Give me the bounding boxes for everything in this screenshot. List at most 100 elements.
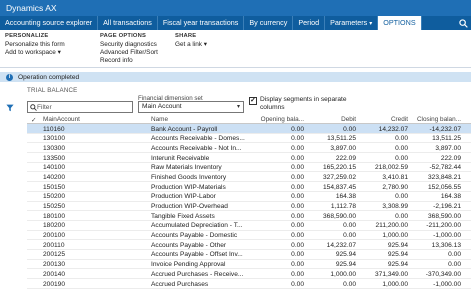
chevron-down-icon: ▾ <box>57 49 61 56</box>
cell-credit: 2,780.90 <box>382 183 408 191</box>
funnel-icon[interactable] <box>6 104 14 112</box>
tab-fiscal-year-transactions[interactable]: Fiscal year transactions <box>158 16 245 30</box>
table-row[interactable]: 180200 Accumulated Depreciation - T... 0.0… <box>27 221 471 231</box>
cell-main-account: 180100 <box>43 212 66 220</box>
dimension-set-select[interactable]: Main Account ▾ <box>138 101 244 113</box>
table-row[interactable]: 130300 Accounts Receivable - Not In... 0.0… <box>27 143 471 154</box>
cell-credit: 14,232.07 <box>378 125 408 133</box>
cell-name: Accounts Payable - Domestic <box>151 232 238 240</box>
table-row[interactable]: 200100 Accounts Payable - Domestic 0.00 0.0… <box>27 231 471 241</box>
cell-opening-balance: 0.00 <box>291 270 304 278</box>
cell-main-account: 150200 <box>43 193 66 201</box>
tab-options[interactable]: OPTIONS <box>378 16 422 30</box>
table-row[interactable]: 130100 Accounts Receivable - Domes... 0.00… <box>27 134 471 144</box>
table-row[interactable]: 140200 Finished Goods Inventory 0.00 327,25… <box>27 172 471 183</box>
cell-opening-balance: 0.00 <box>291 212 304 220</box>
cell-opening-balance: 0.00 <box>291 164 304 172</box>
select-all-checkmark-icon[interactable]: ✓ <box>31 116 36 124</box>
ribbon-group-title: SHARE <box>175 33 197 39</box>
app-title: Dynamics AX <box>6 3 57 13</box>
trial-balance-grid: ✓ MainAccount Name Opening bala... Debit… <box>27 114 471 289</box>
filter-field[interactable] <box>27 101 133 113</box>
cell-main-account: 200130 <box>43 261 66 269</box>
column-header-name[interactable]: Name <box>151 116 168 123</box>
table-row[interactable]: 150250 Production WIP-Overhead 0.00 1,112.7… <box>27 202 471 212</box>
grid-header: ✓ MainAccount Name Opening bala... Debit… <box>27 114 471 124</box>
cell-opening-balance: 0.00 <box>291 125 304 133</box>
cell-opening-balance: 0.00 <box>291 241 304 249</box>
cell-debit: 165,220.15 <box>322 164 356 172</box>
cell-name: Accounts Payable - Offset Inv... <box>151 251 243 259</box>
tab-parameters[interactable]: Parameters ▾ <box>325 16 379 30</box>
cell-name: Tangible Fixed Assets <box>151 212 215 220</box>
cell-debit: 222.09 <box>335 154 356 162</box>
column-header-credit[interactable]: Credit <box>363 116 408 123</box>
cell-name: Accounts Receivable - Domes... <box>151 135 245 143</box>
table-row[interactable]: 200190 Accrued Purchases 0.00 0.00 1,000.00 -… <box>27 279 471 289</box>
table-row[interactable]: 133500 Interunit Receivable 0.00 222.09 0.00… <box>27 153 471 163</box>
cell-closing-balance: 222.09 <box>440 154 461 162</box>
cell-main-account: 180200 <box>43 222 66 230</box>
cell-debit: 925.94 <box>335 261 356 269</box>
table-row[interactable]: 180100 Tangible Fixed Assets 0.00 368,590.0… <box>27 211 471 221</box>
table-row[interactable]: 140100 Raw Materials Inventory 0.00 165,220… <box>27 163 471 173</box>
cell-closing-balance: 13,511.25 <box>432 135 461 143</box>
tab-period[interactable]: Period <box>293 16 326 30</box>
tab-all-transactions[interactable]: All transactions <box>98 16 158 30</box>
column-header-opening-balance[interactable]: Opening bala... <box>259 116 304 123</box>
cell-name: Production WIP-Labor <box>151 193 216 201</box>
cell-name: Production WIP-Overhead <box>151 203 228 210</box>
table-row[interactable]: 150200 Production WIP-Labor 0.00 164.38 0.00… <box>27 192 471 202</box>
cell-debit: 1,112.78 <box>330 203 356 210</box>
column-header-closing-balance[interactable]: Closing balan... <box>413 116 461 123</box>
display-segments-label: Display segments in separate columns <box>260 96 347 111</box>
search-button[interactable] <box>455 16 471 30</box>
cell-debit: 3,897.00 <box>330 144 356 152</box>
column-header-debit[interactable]: Debit <box>311 116 356 123</box>
column-header-main-account[interactable]: MainAccount <box>43 116 80 123</box>
advanced-filter-sort-button[interactable]: Advanced Filter/Sort <box>100 49 158 57</box>
cell-debit: 14,232.07 <box>326 241 356 249</box>
cell-debit: 154,837.45 <box>322 183 356 191</box>
filter-input[interactable] <box>37 103 129 111</box>
table-row[interactable]: 110160 Bank Account - Payroll 0.00 0.00 14,2… <box>27 124 471 134</box>
cell-credit: 0.00 <box>395 135 408 143</box>
cell-closing-balance: 3,897.00 <box>435 144 461 152</box>
cell-name: Accounts Payable - Other <box>151 241 227 249</box>
cell-main-account: 200125 <box>43 251 66 259</box>
tab-accounting-source-explorer[interactable]: Accounting source explorer <box>0 16 99 30</box>
tab-by-currency[interactable]: By currency <box>244 16 294 30</box>
cell-opening-balance: 0.00 <box>291 280 304 288</box>
record-info-button[interactable]: Record info <box>100 57 158 65</box>
cell-main-account: 150250 <box>43 203 66 210</box>
cell-opening-balance: 0.00 <box>291 261 304 269</box>
cell-opening-balance: 0.00 <box>291 154 304 162</box>
security-diagnostics-button[interactable]: Security diagnostics <box>100 41 158 49</box>
table-row[interactable]: 200140 Accrued Purchases - Receive... 0.00… <box>27 269 471 279</box>
personalize-form-button[interactable]: Personalize this form <box>5 41 65 49</box>
table-row[interactable]: 200125 Accounts Payable - Offset Inv... 0.… <box>27 250 471 260</box>
get-a-link-button[interactable]: Get a link ▾ <box>175 41 207 49</box>
cell-credit: 3,410.81 <box>382 173 408 181</box>
chevron-down-icon: ▾ <box>236 104 240 110</box>
cell-debit: 1,000.00 <box>330 270 356 278</box>
ribbon-group-title: PERSONALIZE <box>5 33 49 39</box>
table-row[interactable]: 200110 Accounts Payable - Other 0.00 14,232… <box>27 240 471 250</box>
cell-closing-balance: 368,590.00 <box>427 212 461 220</box>
cell-credit: 1,000.00 <box>382 280 408 288</box>
cell-closing-balance: 0.00 <box>448 261 461 269</box>
section-title: TRIAL BALANCE <box>27 87 78 94</box>
cell-credit: 925.94 <box>387 241 408 249</box>
add-to-workspace-button[interactable]: Add to workspace ▾ <box>5 49 65 57</box>
options-ribbon: PERSONALIZE Personalize this form Add to… <box>0 30 471 68</box>
cell-name: Accumulated Depreciation - T... <box>151 222 243 230</box>
cell-closing-balance: 0.00 <box>448 251 461 259</box>
cell-main-account: 110160 <box>43 125 65 133</box>
display-segments-checkbox[interactable]: ✓ <box>249 97 257 105</box>
message-bar: i Operation completed <box>0 72 471 82</box>
message-text: Operation completed <box>18 73 80 81</box>
table-row[interactable]: 200130 Invoice Pending Approval 0.00 925.94… <box>27 260 471 270</box>
table-row[interactable]: 150150 Production WIP-Materials 0.00 154,83… <box>27 182 471 192</box>
cell-debit: 0.00 <box>343 125 356 133</box>
cell-credit: 211,200.00 <box>375 222 408 230</box>
